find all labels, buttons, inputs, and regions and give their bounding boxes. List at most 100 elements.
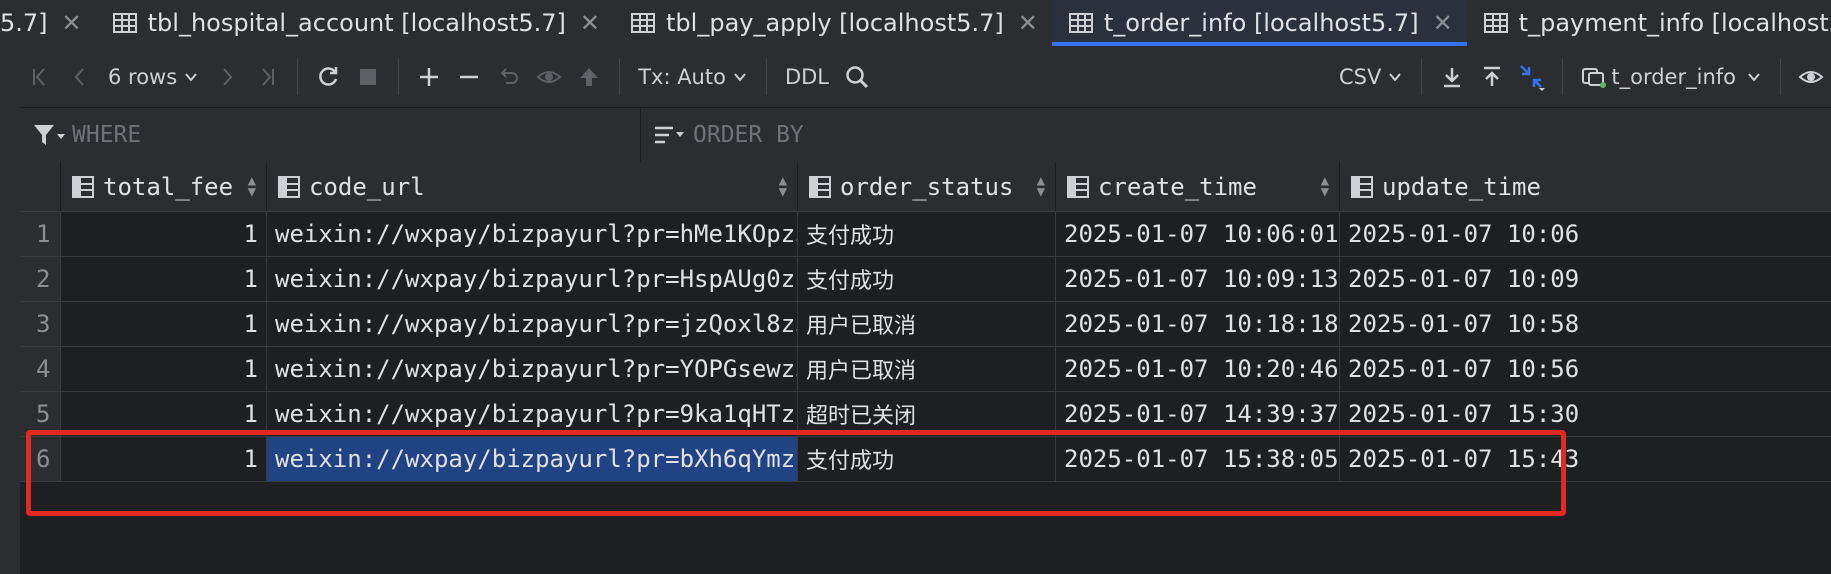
- sort-arrows-icon[interactable]: ▲ ▼: [248, 174, 256, 199]
- toolbar-separator: [619, 58, 621, 95]
- cell-total-fee[interactable]: 1: [61, 392, 267, 437]
- sort-arrows-icon[interactable]: ▲ ▼: [1037, 174, 1045, 199]
- tab-tbl-hospital-account[interactable]: tbl_hospital_account [localhost5.7] ✕: [96, 0, 614, 46]
- table-context-label: t_order_info: [1611, 64, 1736, 89]
- compare-icon: [1520, 64, 1546, 91]
- revert-button[interactable]: [489, 57, 529, 97]
- table-icon: [1483, 13, 1508, 33]
- cell-code-url[interactable]: weixin://wxpay/bizpayurl?pr=YOPGsewz3: [267, 347, 798, 392]
- previous-page-button[interactable]: [60, 57, 100, 97]
- search-icon: [846, 65, 869, 88]
- chevron-right-icon: [223, 67, 233, 86]
- cell-update-time[interactable]: 2025-01-07 10:58: [1340, 302, 1831, 347]
- column-header-create-time[interactable]: create_time ▲ ▼: [1056, 162, 1340, 212]
- where-filter-field[interactable]: WHERE: [32, 108, 141, 162]
- cell-update-time[interactable]: 2025-01-07 15:30: [1340, 392, 1831, 437]
- cell-order-status[interactable]: 用户已取消: [798, 302, 1056, 347]
- cell-total-fee[interactable]: 1: [61, 437, 267, 482]
- export-format-label: CSV: [1339, 64, 1382, 89]
- filter-icon: [34, 125, 65, 145]
- last-page-button[interactable]: [247, 57, 287, 97]
- first-page-button[interactable]: [20, 57, 60, 97]
- row-number[interactable]: 2: [20, 257, 61, 302]
- page-size-selector[interactable]: 6 rows: [100, 57, 207, 97]
- row-number[interactable]: 3: [20, 302, 61, 347]
- row-number[interactable]: 6: [20, 437, 61, 482]
- cell-create-time[interactable]: 2025-01-07 10:09:13: [1056, 257, 1340, 302]
- toolbar-separator: [765, 58, 767, 95]
- cell-create-time[interactable]: 2025-01-07 10:18:18: [1056, 302, 1340, 347]
- tab-t-order-info[interactable]: t_order_info [localhost5.7] ✕: [1051, 0, 1467, 46]
- ddl-label: DDL: [784, 64, 829, 89]
- column-header-code-url[interactable]: code_url ▲ ▼: [267, 162, 798, 212]
- table-context-selector[interactable]: t_order_info: [1573, 57, 1770, 97]
- eye-icon: [1798, 70, 1824, 83]
- toolbar-separator: [297, 58, 299, 95]
- refresh-button[interactable]: [308, 57, 348, 97]
- tab-partial[interactable]: 5.7] ✕: [0, 0, 96, 46]
- transaction-mode-selector[interactable]: Tx: Auto: [630, 57, 756, 97]
- cell-total-fee[interactable]: 1: [61, 302, 267, 347]
- cell-order-status[interactable]: 支付成功: [798, 212, 1056, 257]
- cell-code-url-selected[interactable]: weixin://wxpay/bizpayurl?pr=bXh6qYmz1: [267, 437, 798, 482]
- cell-code-url[interactable]: weixin://wxpay/bizpayurl?pr=hMe1KOpz3: [267, 212, 798, 257]
- view-options-button[interactable]: [1791, 57, 1831, 97]
- cell-total-fee[interactable]: 1: [61, 212, 267, 257]
- import-button[interactable]: [1472, 57, 1512, 97]
- export-button[interactable]: [1432, 57, 1472, 97]
- sort-arrows-icon[interactable]: ▲ ▼: [779, 174, 787, 199]
- tab-t-payment-info[interactable]: t_payment_info [localhost5.7]: [1467, 0, 1831, 46]
- row-number[interactable]: 4: [20, 347, 61, 392]
- order-by-field[interactable]: ORDER BY: [640, 108, 804, 162]
- next-page-button[interactable]: [207, 57, 247, 97]
- column-header-update-time[interactable]: update_time: [1340, 162, 1831, 212]
- stop-button[interactable]: [348, 57, 388, 97]
- tab-tbl-pay-apply[interactable]: tbl_pay_apply [localhost5.7] ✕: [614, 0, 1052, 46]
- column-header-order-status[interactable]: order_status ▲ ▼: [798, 162, 1056, 212]
- row-number[interactable]: 1: [20, 212, 61, 257]
- cell-update-time[interactable]: 2025-01-07 10:56: [1340, 347, 1831, 392]
- search-button[interactable]: [837, 57, 877, 97]
- cell-create-time[interactable]: 2025-01-07 14:39:37: [1056, 392, 1340, 437]
- cell-code-url[interactable]: weixin://wxpay/bizpayurl?pr=HspAUg0z1: [267, 257, 798, 302]
- column-header-label: update_time: [1382, 172, 1541, 201]
- cell-total-fee[interactable]: 1: [61, 257, 267, 302]
- column-icon: [1351, 175, 1373, 198]
- tab-label: tbl_hospital_account [localhost5.7]: [147, 9, 566, 37]
- ddl-button[interactable]: DDL: [777, 57, 837, 97]
- compare-button[interactable]: [1512, 57, 1552, 97]
- cell-order-status[interactable]: 支付成功: [798, 437, 1056, 482]
- cell-update-time[interactable]: 2025-01-07 15:43: [1340, 437, 1831, 482]
- delete-row-button[interactable]: [449, 57, 489, 97]
- close-icon[interactable]: ✕: [1018, 9, 1038, 37]
- close-icon[interactable]: ✕: [1433, 9, 1453, 37]
- cell-create-time[interactable]: 2025-01-07 10:20:46: [1056, 347, 1340, 392]
- cell-update-time[interactable]: 2025-01-07 10:09: [1340, 257, 1831, 302]
- add-row-button[interactable]: [409, 57, 449, 97]
- result-grid: total_fee ▲ ▼ code_url ▲ ▼ order_status ▲ ▼…: [20, 162, 1831, 574]
- cell-order-status[interactable]: 超时已关闭: [798, 392, 1056, 437]
- tx-mode-label: Tx: Auto: [638, 64, 726, 89]
- tab-label: tbl_pay_apply [localhost5.7]: [666, 9, 1004, 37]
- cell-update-time[interactable]: 2025-01-07 10:06: [1340, 212, 1831, 257]
- cell-code-url[interactable]: weixin://wxpay/bizpayurl?pr=jzQoxl8z3: [267, 302, 798, 347]
- editor-tab-bar: 5.7] ✕ tbl_hospital_account [localhost5.…: [0, 0, 1831, 47]
- cell-code-url[interactable]: weixin://wxpay/bizpayurl?pr=9ka1qHTz1: [267, 392, 798, 437]
- tab-label: t_payment_info [localhost5.7]: [1518, 9, 1831, 37]
- cell-order-status[interactable]: 用户已取消: [798, 347, 1056, 392]
- preview-changes-button[interactable]: [529, 57, 569, 97]
- export-format-selector[interactable]: CSV: [1331, 57, 1411, 97]
- close-icon[interactable]: ✕: [580, 9, 600, 37]
- close-icon[interactable]: ✕: [62, 9, 82, 37]
- cell-create-time[interactable]: 2025-01-07 15:38:05: [1056, 437, 1340, 482]
- last-page-icon: [262, 67, 275, 86]
- submit-button[interactable]: [569, 57, 609, 97]
- cell-create-time[interactable]: 2025-01-07 10:06:01: [1056, 212, 1340, 257]
- row-number[interactable]: 5: [20, 392, 61, 437]
- sort-icon: [655, 126, 684, 144]
- column-icon: [1067, 175, 1089, 198]
- cell-total-fee[interactable]: 1: [61, 347, 267, 392]
- cell-order-status[interactable]: 支付成功: [798, 257, 1056, 302]
- column-header-total-fee[interactable]: total_fee ▲ ▼: [61, 162, 267, 212]
- sort-arrows-icon[interactable]: ▲ ▼: [1321, 174, 1329, 199]
